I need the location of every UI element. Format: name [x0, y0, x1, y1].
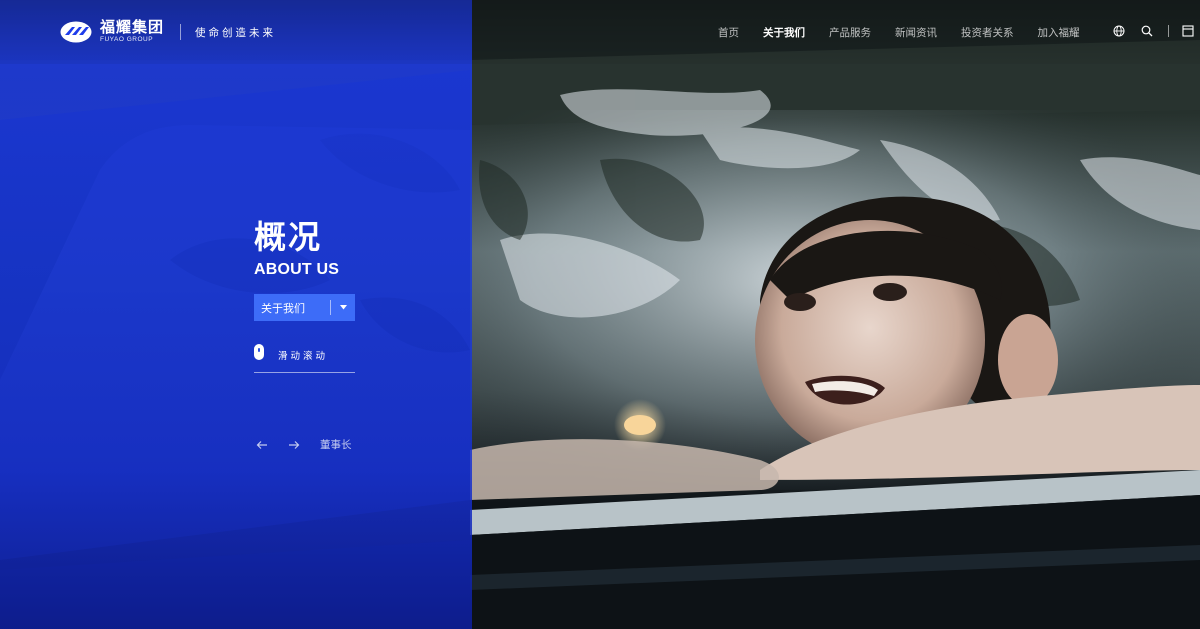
brand-slogan: 使命创造未来 [195, 26, 277, 39]
next-section-link[interactable]: 董事长 [320, 437, 352, 452]
brand-wordmark: 福耀集团 FUYAO GROUP [100, 20, 164, 44]
brand-name-en: FUYAO GROUP [100, 36, 154, 44]
globe-icon[interactable] [1112, 24, 1126, 38]
header-divider [1168, 25, 1169, 37]
logo-divider [180, 24, 182, 40]
arrow-left-icon[interactable] [254, 438, 270, 452]
scroll-hint[interactable]: 滑动滚动 [254, 344, 355, 373]
section-dropdown[interactable]: 关于我们 [254, 294, 355, 321]
brand-logo[interactable]: 福耀集团 FUYAO GROUP 使命创造未来 [60, 19, 276, 45]
site-header: 福耀集团 FUYAO GROUP 使命创造未来 首页 关于我们 产品服务 新闻资… [0, 0, 1200, 64]
page-subtitle: ABOUT US [254, 261, 340, 278]
header-icons [1112, 24, 1200, 38]
caret-down-icon [331, 305, 355, 310]
nav-item-careers[interactable]: 加入福耀 [1038, 25, 1080, 40]
mouse-icon [254, 344, 264, 360]
brand-name-cn: 福耀集团 [100, 19, 165, 37]
dropdown-selected-label: 关于我们 [261, 302, 305, 315]
menu-icon[interactable] [1181, 24, 1195, 38]
fuyao-logo-icon [60, 21, 92, 43]
nav-item-news[interactable]: 新闻资讯 [895, 25, 937, 40]
main-navigation: 首页 关于我们 产品服务 新闻资讯 投资者关系 加入福耀 [718, 25, 1104, 40]
scroll-hint-label: 滑动滚动 [278, 351, 329, 362]
nav-item-products[interactable]: 产品服务 [829, 25, 871, 40]
page-title: 概况 [254, 219, 323, 255]
search-icon[interactable] [1140, 24, 1154, 38]
nav-item-about[interactable]: 关于我们 [763, 25, 805, 40]
arrow-right-icon[interactable] [286, 438, 302, 452]
blue-overlay-panel [0, 0, 472, 629]
nav-item-investors[interactable]: 投资者关系 [961, 25, 1014, 40]
section-pager: 董事长 [254, 437, 352, 452]
nav-item-home[interactable]: 首页 [718, 25, 739, 40]
